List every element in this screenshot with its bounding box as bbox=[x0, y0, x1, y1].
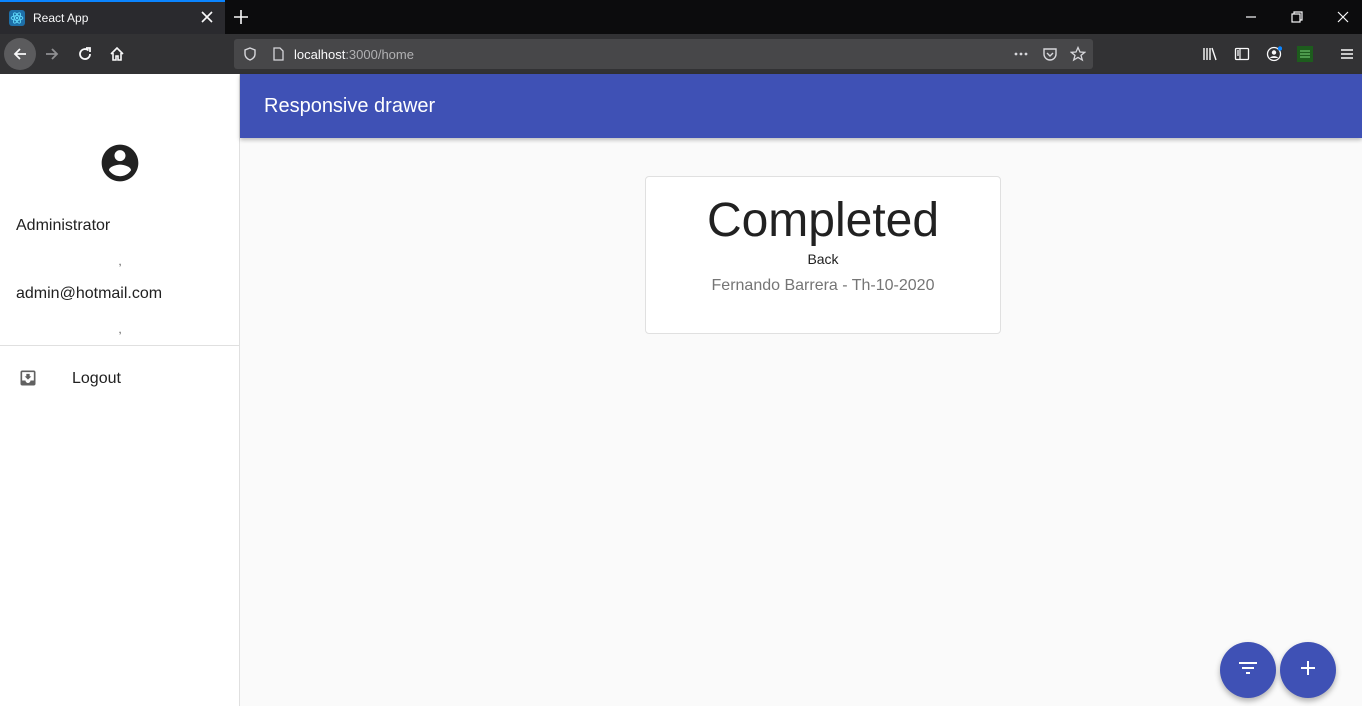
browser-toolbar: localhost:3000/home bbox=[0, 34, 1362, 74]
move-to-inbox-icon bbox=[18, 368, 38, 388]
account-circle-icon bbox=[98, 141, 142, 185]
library-icon[interactable] bbox=[1202, 46, 1218, 62]
card-title: Completed bbox=[706, 194, 940, 247]
account-icon[interactable] bbox=[1266, 46, 1283, 62]
filter-fab-button[interactable] bbox=[1220, 642, 1276, 698]
new-tab-icon[interactable] bbox=[232, 8, 250, 26]
separator-comma: , bbox=[118, 254, 122, 268]
browser-tab-bar: React App bbox=[0, 0, 1362, 34]
filter-list-icon bbox=[1236, 656, 1260, 685]
card-subtitle: Fernando Barrera - Th-10-2020 bbox=[711, 277, 935, 294]
url-text: localhost:3000/home bbox=[294, 47, 414, 62]
app-bar: Responsive drawer bbox=[240, 74, 1362, 138]
back-arrow-icon[interactable] bbox=[4, 38, 36, 70]
side-drawer: Administrator , admin@hotmail.com , Logo… bbox=[0, 74, 240, 706]
restore-window-icon[interactable] bbox=[1289, 9, 1305, 25]
reload-icon[interactable] bbox=[69, 38, 101, 70]
app-bar-title: Responsive drawer bbox=[264, 95, 436, 117]
add-fab-button[interactable] bbox=[1280, 642, 1336, 698]
react-logo-icon bbox=[9, 10, 25, 26]
sidebar-icon[interactable] bbox=[1234, 46, 1250, 62]
separator-comma: , bbox=[118, 322, 122, 336]
logout-menu-item[interactable]: Logout bbox=[0, 346, 239, 410]
close-tab-icon[interactable] bbox=[199, 9, 215, 25]
user-name: Administrator bbox=[16, 217, 111, 234]
logout-label: Logout bbox=[72, 370, 121, 387]
close-window-icon[interactable] bbox=[1335, 9, 1351, 25]
browser-tab[interactable]: React App bbox=[0, 0, 225, 34]
pocket-icon[interactable] bbox=[1042, 46, 1058, 62]
app-root: Administrator , admin@hotmail.com , Logo… bbox=[0, 74, 1362, 706]
forward-arrow-icon[interactable] bbox=[36, 38, 68, 70]
address-bar[interactable]: localhost:3000/home bbox=[234, 39, 1093, 69]
back-button[interactable]: Back bbox=[646, 251, 1000, 267]
shield-icon[interactable] bbox=[242, 46, 258, 62]
bookmark-star-icon[interactable] bbox=[1069, 45, 1087, 62]
minimize-window-icon[interactable] bbox=[1243, 9, 1259, 25]
home-icon[interactable] bbox=[101, 38, 133, 70]
hamburger-menu-icon[interactable] bbox=[1339, 46, 1355, 62]
status-card: Completed Back Fernando Barrera - Th-10-… bbox=[645, 176, 1001, 334]
extension-icon[interactable] bbox=[1297, 46, 1313, 62]
more-actions-icon[interactable] bbox=[1013, 46, 1029, 62]
tab-title: React App bbox=[33, 11, 89, 25]
plus-icon bbox=[1296, 656, 1320, 685]
user-email: admin@hotmail.com bbox=[16, 285, 163, 302]
page-icon bbox=[270, 46, 286, 62]
